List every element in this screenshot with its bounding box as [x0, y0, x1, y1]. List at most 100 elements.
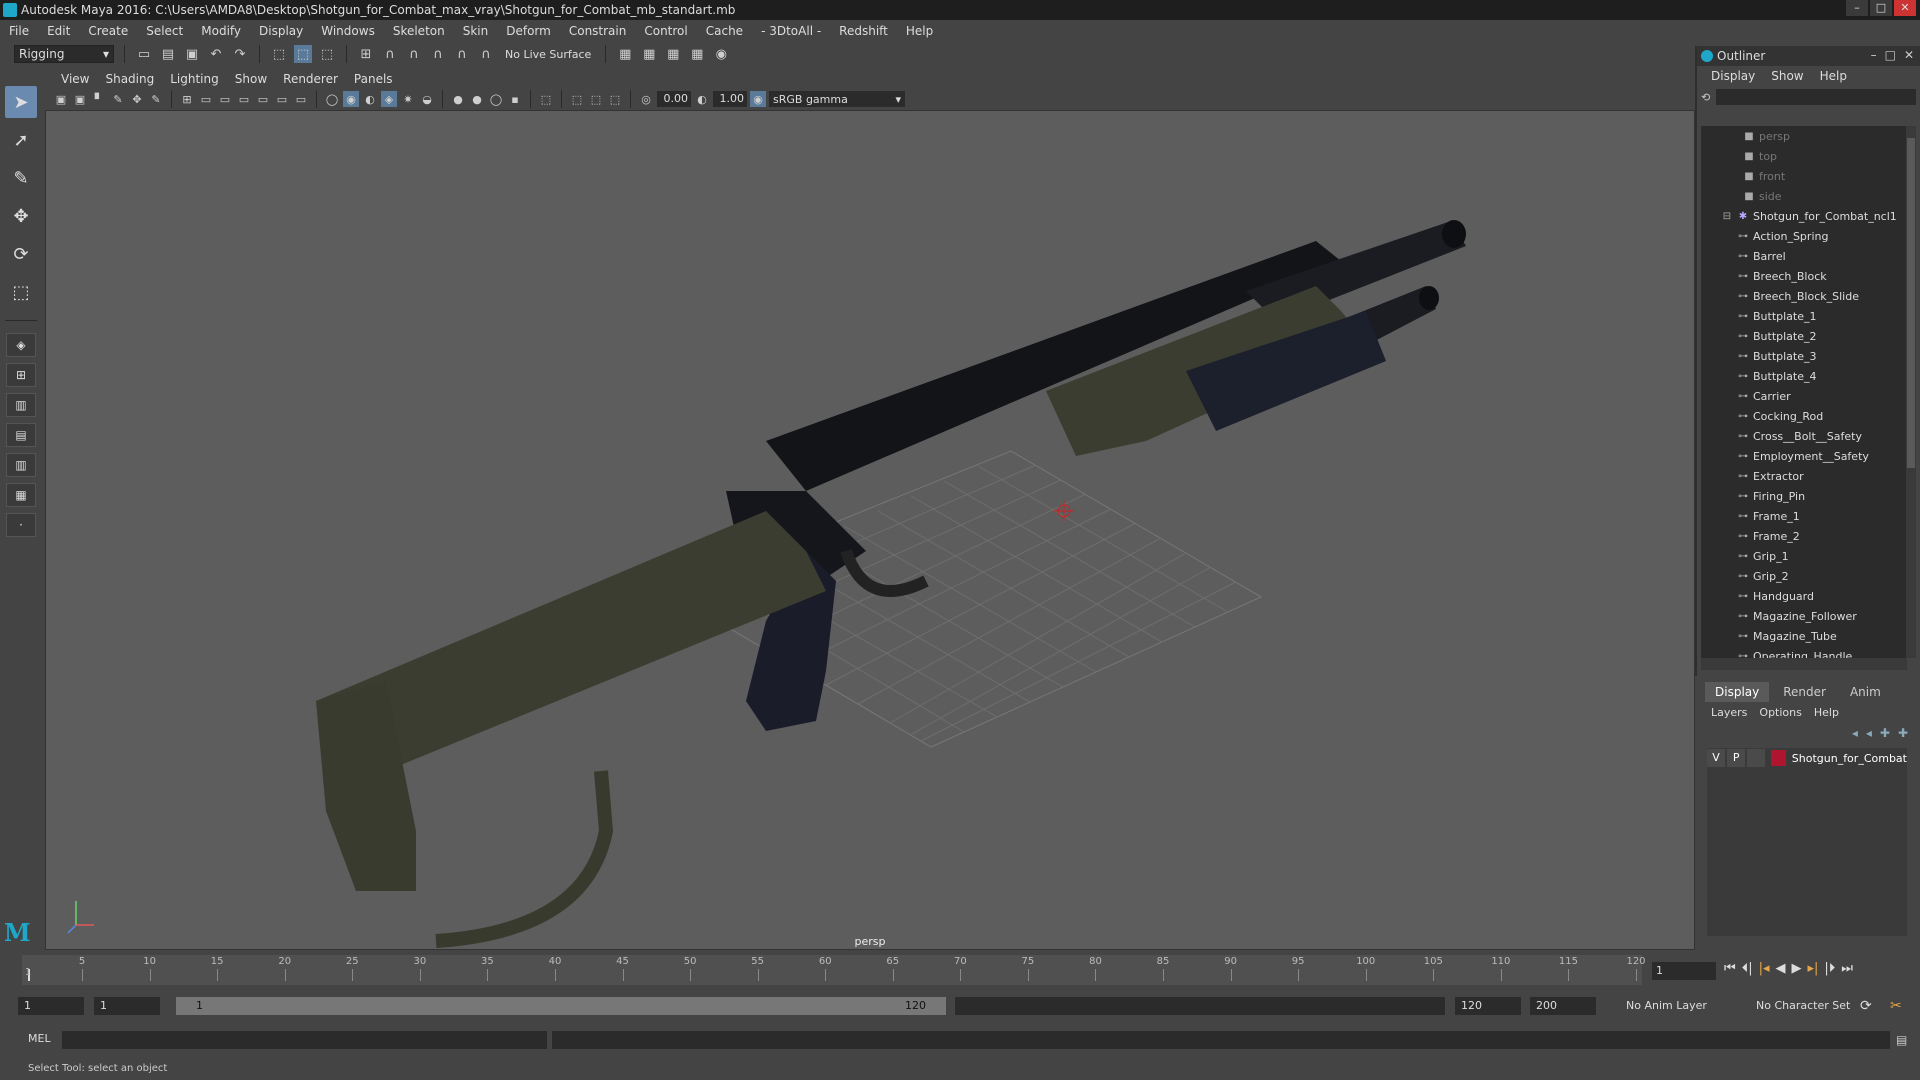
save-scene-icon[interactable]: ▣: [183, 45, 201, 63]
tab-display[interactable]: Display: [1705, 682, 1770, 702]
menu-select[interactable]: Select: [137, 24, 192, 38]
layer-visibility-toggle[interactable]: V: [1707, 749, 1726, 767]
layer-color-swatch[interactable]: [1771, 750, 1786, 766]
screen-space-ao-icon[interactable]: ●: [450, 91, 466, 107]
outliner-item-top[interactable]: ■ top: [1701, 146, 1907, 166]
menu-help[interactable]: Help: [897, 24, 942, 38]
maximize-icon[interactable]: □: [1885, 48, 1896, 62]
rotate-icon[interactable]: ⟳: [5, 238, 37, 270]
gamma-field[interactable]: 1.00: [713, 91, 747, 107]
outliner-item[interactable]: ⊶ Carrier: [1701, 386, 1907, 406]
lasso-icon[interactable]: ➚: [5, 124, 37, 156]
step-back-frame-icon[interactable]: |◂: [1759, 961, 1770, 976]
menu-windows[interactable]: Windows: [312, 24, 384, 38]
3d-viewport[interactable]: persp: [45, 110, 1695, 950]
new-layer-selected-icon[interactable]: ✚: [1898, 726, 1908, 740]
filter-icon[interactable]: ⟲: [1701, 91, 1710, 104]
outliner-item[interactable]: ⊶ Magazine_Tube: [1701, 626, 1907, 646]
outliner-item[interactable]: ⊶ Employment__Safety: [1701, 446, 1907, 466]
exposure-field[interactable]: 0.00: [657, 91, 691, 107]
viewport-menu-shading[interactable]: Shading: [97, 72, 162, 86]
film-gate-icon[interactable]: ▭: [198, 91, 214, 107]
persp-graph-layout-icon[interactable]: ▤: [6, 423, 36, 447]
depth-of-field-icon[interactable]: ▪: [507, 91, 523, 107]
twod-pan-icon[interactable]: ✥: [129, 91, 145, 107]
character-set-dropdown[interactable]: No Character Set: [1756, 997, 1850, 1015]
layer-type-toggle[interactable]: [1747, 749, 1766, 767]
redo-icon[interactable]: ↷: [231, 45, 249, 63]
go-to-end-icon[interactable]: ⏭: [1841, 961, 1853, 976]
outliner-item[interactable]: ⊶ Buttplate_1: [1701, 306, 1907, 326]
playback-end-field[interactable]: 120: [1455, 997, 1521, 1015]
step-forward-key-icon[interactable]: |⏵: [1824, 961, 1835, 976]
gamma-icon[interactable]: ◐: [694, 91, 710, 107]
animation-end-field[interactable]: 200: [1530, 997, 1596, 1015]
play-forward-icon[interactable]: ▶: [1792, 961, 1802, 976]
step-forward-frame-icon[interactable]: ▸|: [1808, 961, 1819, 976]
outliner-layout-icon[interactable]: ▦: [6, 483, 36, 507]
outliner-item-front[interactable]: ■ front: [1701, 166, 1907, 186]
side-by-side-layout-icon[interactable]: ▥: [6, 393, 36, 417]
outliner-item[interactable]: ⊶ Barrel: [1701, 246, 1907, 266]
move-layer-up-icon[interactable]: ◂: [1852, 726, 1858, 740]
menu-skin[interactable]: Skin: [454, 24, 498, 38]
outliner-item[interactable]: ⊶ Operating_Handle: [1701, 646, 1907, 659]
outliner-item[interactable]: ⊶ Magazine_Follower: [1701, 606, 1907, 626]
outliner-hscrollbar[interactable]: [1701, 658, 1907, 670]
viewport-menu-panels[interactable]: Panels: [346, 72, 401, 86]
outliner-item[interactable]: ⊶ Buttplate_4: [1701, 366, 1907, 386]
animation-start-field[interactable]: 1: [18, 997, 84, 1015]
outliner-menu-show[interactable]: Show: [1763, 69, 1811, 83]
outliner-item[interactable]: ⊶ Handguard: [1701, 586, 1907, 606]
layer-menu-layers[interactable]: Layers: [1705, 706, 1753, 719]
menu-deform[interactable]: Deform: [497, 24, 560, 38]
xray-components-icon[interactable]: ⬚: [607, 91, 623, 107]
color-management-icon[interactable]: ◉: [750, 91, 766, 107]
collapse-icon[interactable]: ⊟: [1721, 211, 1733, 222]
camera-attributes-icon[interactable]: ▣: [72, 91, 88, 107]
safe-action-icon[interactable]: ▭: [274, 91, 290, 107]
tab-render[interactable]: Render: [1773, 682, 1836, 702]
minimize-icon[interactable]: –: [1846, 0, 1868, 16]
render-frame-icon[interactable]: ▦: [640, 45, 658, 63]
close-icon[interactable]: ✕: [1904, 48, 1914, 62]
outliner-menu-help[interactable]: Help: [1812, 69, 1855, 83]
menu-display[interactable]: Display: [250, 24, 312, 38]
grid-toggle-icon[interactable]: ⊞: [179, 91, 195, 107]
anim-layer-dropdown[interactable]: No Anim Layer: [1626, 997, 1707, 1015]
outliner-item[interactable]: ⊶ Grip_2: [1701, 566, 1907, 586]
viewport-menu-show[interactable]: Show: [227, 72, 275, 86]
ipr-render-icon[interactable]: ▦: [664, 45, 682, 63]
smooth-shade-icon[interactable]: ◉: [343, 91, 359, 107]
outliner-item[interactable]: ⊶ Buttplate_2: [1701, 326, 1907, 346]
default-lighting-icon[interactable]: ◐: [362, 91, 378, 107]
go-to-start-icon[interactable]: ⏮: [1724, 961, 1736, 976]
layer-row[interactable]: V P Shotgun_for_Combat: [1707, 748, 1907, 768]
range-slider[interactable]: 1 120: [176, 997, 946, 1015]
single-view-layout-icon[interactable]: ◈: [6, 333, 36, 357]
render-settings-icon[interactable]: ▦: [688, 45, 706, 63]
outliner-filter-input[interactable]: [1716, 89, 1916, 105]
outliner-item[interactable]: ⊶ Extractor: [1701, 466, 1907, 486]
snap-point-icon[interactable]: ∩: [405, 45, 423, 63]
xray-joints-icon[interactable]: ⬚: [588, 91, 604, 107]
paint-select-icon[interactable]: ✎: [5, 162, 37, 194]
menu-control[interactable]: Control: [635, 24, 696, 38]
snap-surface-icon[interactable]: ∩: [453, 45, 471, 63]
image-plane-icon[interactable]: ✎: [110, 91, 126, 107]
viewport-menu-renderer[interactable]: Renderer: [275, 72, 346, 86]
motion-blur-icon[interactable]: ●: [469, 91, 485, 107]
outliner-menu-display[interactable]: Display: [1703, 69, 1763, 83]
outliner-item[interactable]: ⊶ Breech_Block: [1701, 266, 1907, 286]
menu-skeleton[interactable]: Skeleton: [384, 24, 454, 38]
layer-name[interactable]: Shotgun_for_Combat: [1792, 752, 1907, 765]
four-view-layout-icon[interactable]: ⊞: [6, 363, 36, 387]
safe-title-icon[interactable]: ▭: [293, 91, 309, 107]
outliner-item-group[interactable]: ⊟ ✱ Shotgun_for_Combat_ncl1: [1701, 206, 1907, 226]
command-input[interactable]: [62, 1031, 547, 1049]
new-scene-icon[interactable]: ▭: [135, 45, 153, 63]
snap-view-icon[interactable]: ∩: [429, 45, 447, 63]
layer-playback-toggle[interactable]: P: [1727, 749, 1746, 767]
menu-edit[interactable]: Edit: [38, 24, 79, 38]
live-surface-label[interactable]: No Live Surface: [501, 48, 595, 61]
